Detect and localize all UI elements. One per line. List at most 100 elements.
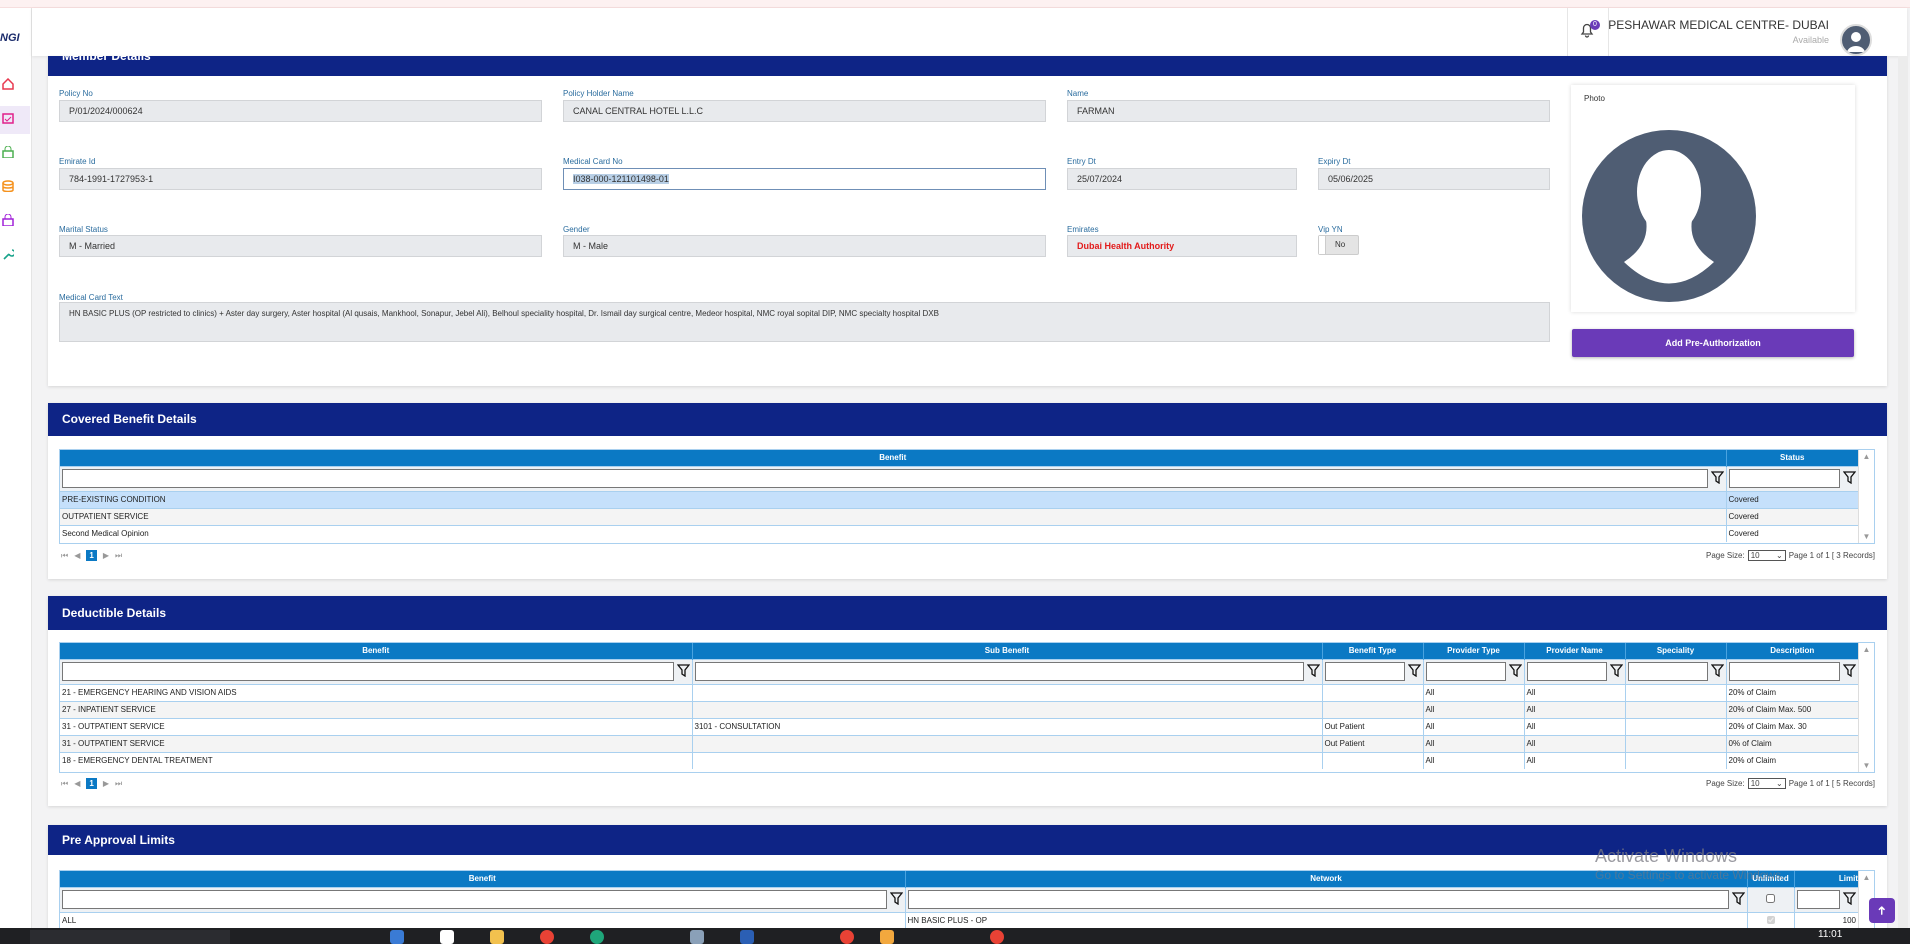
filter-input[interactable] [1324,662,1405,681]
column-header[interactable]: Benefit [60,871,906,887]
table-row[interactable]: 31 - OUTPATIENT SERVICE Out Patient All All… [60,734,1859,752]
filter-icon[interactable] [1508,664,1522,679]
table-row[interactable]: ALL HN BASIC PLUS - OP 100 [60,911,1859,929]
filter-input[interactable] [1728,469,1840,488]
last-page-icon[interactable]: ⏭ [115,551,122,561]
card-no-field[interactable]: I038-000-121101498-01 [563,168,1046,190]
filter-input[interactable] [694,662,1304,681]
filter-input[interactable] [62,469,1708,488]
filter-input[interactable] [1627,662,1708,681]
column-header[interactable]: Benefit [60,643,693,659]
taskbar-chrome-icon[interactable] [840,930,854,944]
taskbar-app-icon[interactable] [690,930,704,944]
page-size-select[interactable]: 10 ⌄ [1747,778,1786,789]
taskbar-word-icon[interactable] [740,930,754,944]
sidebar-item-lock-2[interactable] [0,208,30,236]
prev-page-icon[interactable]: ◀ [74,779,80,788]
column-header[interactable]: Benefit Type [1322,643,1424,659]
first-page-icon[interactable]: ⏮ [61,779,68,789]
filter-icon[interactable] [1407,664,1421,679]
table-cell: 20% of Claim Max. 500 [1726,700,1859,718]
filter-icon[interactable] [1731,892,1745,907]
marital-field[interactable]: M - Married [59,235,542,257]
unlimited-filter-checkbox[interactable] [1766,894,1775,903]
filter-input[interactable] [62,662,674,681]
emirates-field[interactable]: Dubai Health Authority [1067,235,1297,257]
table-row[interactable]: 27 - INPATIENT SERVICE All All 20% of Claim… [60,700,1859,718]
taskbar-folder-icon[interactable] [490,930,504,944]
table-row[interactable]: Second Medical Opinion Covered [60,524,1859,542]
taskbar-app-icon[interactable] [440,930,454,944]
column-header[interactable]: Description [1726,643,1859,659]
gender-field[interactable]: M - Male [563,235,1046,257]
taskbar-chrome-icon[interactable] [540,930,554,944]
unlimited-checkbox[interactable] [1766,915,1775,924]
filter-icon[interactable] [1842,892,1857,907]
filter-icon[interactable] [1609,664,1623,679]
filter-icon[interactable] [1842,664,1857,679]
column-header[interactable]: Provider Name [1524,643,1626,659]
vip-toggle[interactable]: No [1318,235,1359,255]
first-page-icon[interactable]: ⏮ [61,551,68,561]
name-field[interactable]: FARMAN [1067,100,1550,122]
emirate-id-field[interactable]: 784-1991-1727953-1 [59,168,542,190]
page-1-button[interactable]: 1 [86,778,97,789]
prev-page-icon[interactable]: ◀ [74,551,80,560]
table-row[interactable]: 18 - EMERGENCY DENTAL TREATMENT All All 20%… [60,751,1859,769]
filter-input[interactable] [62,890,887,909]
add-pre-authorization-button[interactable]: Add Pre-Authorization [1572,329,1854,357]
expiry-dt-field[interactable]: 05/06/2025 [1318,168,1550,190]
sidebar-item-tools[interactable] [0,242,30,270]
next-page-icon[interactable]: ▶ [103,779,109,788]
entry-dt-field[interactable]: 25/07/2024 [1067,168,1297,190]
filter-icon[interactable] [676,664,690,679]
taskbar-edge-icon[interactable] [590,930,604,944]
last-page-icon[interactable]: ⏭ [115,779,122,789]
card-text-area[interactable]: HN BASIC PLUS (OP restricted to clinics)… [59,302,1550,342]
table-row[interactable]: 21 - EMERGENCY HEARING AND VISION AIDS Al… [60,683,1859,701]
table-row[interactable]: OUTPATIENT SERVICE Covered [60,507,1859,525]
filter-icon[interactable] [889,892,903,907]
filter-icon[interactable] [1306,664,1320,679]
policy-holder-field[interactable]: CANAL CENTRAL HOTEL L.L.C [563,100,1046,122]
page-scrollbar[interactable] [1898,56,1908,928]
table-row[interactable]: 31 - OUTPATIENT SERVICE 3101 - CONSULTATI… [60,717,1859,735]
table-row[interactable]: PRE-EXISTING CONDITION Covered [60,490,1859,508]
notification-badge: 0 [1590,20,1600,30]
column-header[interactable]: Provider Type [1423,643,1525,659]
grid-scrollbar[interactable]: ▲ ▼ [1858,450,1874,543]
page-size-select[interactable]: 10 ⌄ [1747,550,1786,561]
sidebar-item-calendar[interactable] [0,106,30,134]
scroll-to-top-button[interactable]: ➜ [1869,898,1895,923]
sidebar-item-lock[interactable] [0,140,30,168]
filter-input[interactable] [1425,662,1506,681]
top-strip [0,0,1910,8]
policy-no-field[interactable]: P/01/2024/000624 [59,100,542,122]
column-header[interactable]: Status [1726,450,1859,466]
column-header[interactable]: Limit [1794,871,1859,887]
column-header[interactable]: Speciality [1625,643,1727,659]
grid-scrollbar[interactable]: ▲ ▼ [1858,643,1874,772]
taskbar-app-icon[interactable] [390,930,404,944]
filter-input[interactable] [1728,662,1840,681]
notification-bell[interactable]: 0 [1580,20,1600,42]
filter-input[interactable] [1796,890,1840,909]
sidebar-item-database[interactable] [0,174,30,202]
member-photo-placeholder-icon [1582,130,1756,302]
sidebar-item-home[interactable] [0,72,30,100]
next-page-icon[interactable]: ▶ [103,551,109,560]
column-header[interactable]: Benefit [60,450,1727,466]
filter-input[interactable] [907,890,1729,909]
deductible-table: Benefit Sub Benefit Benefit Type Provider T… [60,643,1859,769]
user-avatar[interactable] [1840,24,1872,56]
taskbar-search[interactable] [30,930,230,944]
filter-icon[interactable] [1842,471,1857,486]
filter-icon[interactable] [1710,471,1724,486]
taskbar-chrome-icon[interactable] [990,930,1004,944]
filter-input[interactable] [1526,662,1607,681]
column-header[interactable]: Sub Benefit [692,643,1323,659]
taskbar-app-icon[interactable] [880,930,894,944]
provider-info[interactable]: PESHAWAR MEDICAL CENTRE- DUBAI Available [1608,18,1829,45]
page-1-button[interactable]: 1 [86,550,97,561]
filter-icon[interactable] [1710,664,1724,679]
